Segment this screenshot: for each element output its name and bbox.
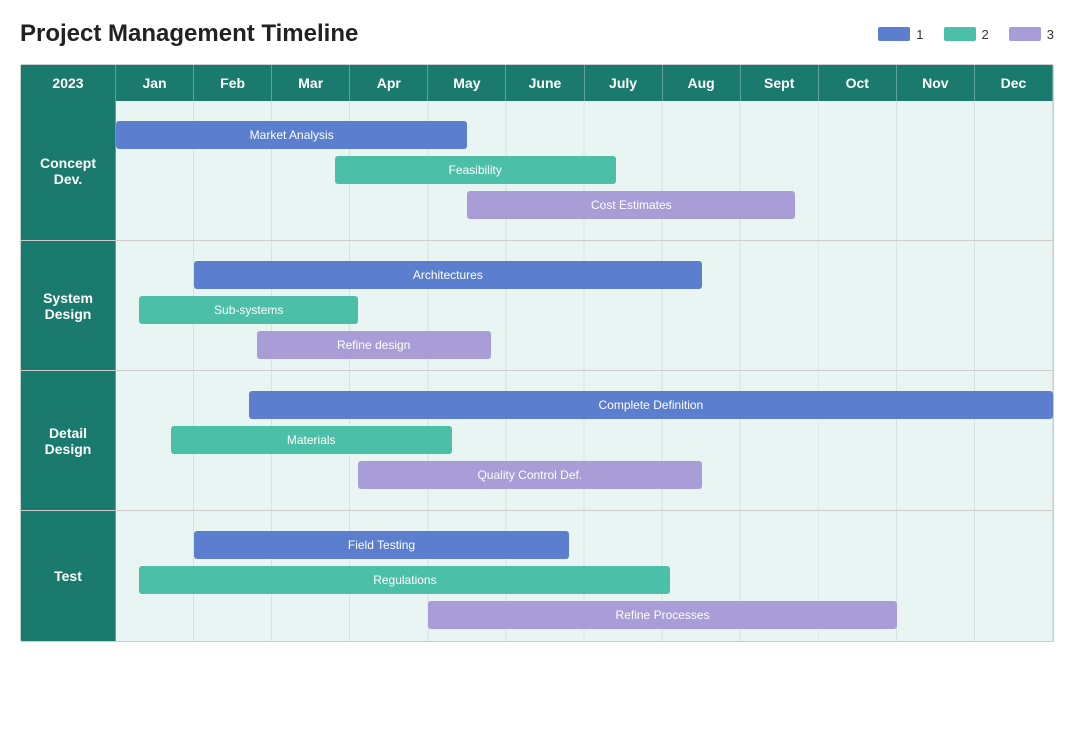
bar-quality-control: Quality Control Def. [358, 461, 702, 489]
row-content-test: Field Testing Regulations Refine Processes [116, 511, 1053, 641]
month-header-oct: Oct [819, 65, 897, 101]
month-header-jan: Jan [116, 65, 194, 101]
legend-color-3 [1009, 27, 1041, 41]
bar-sub-systems: Sub-systems [139, 296, 358, 324]
gantt-header: 2023 JanFebMarAprMayJuneJulyAugSeptOctNo… [21, 65, 1053, 101]
row-content-concept-dev: Market Analysis Feasibility Cost Estimates [116, 101, 1053, 240]
row-test: Test Field Testing Regulations Refine Proce… [21, 511, 1053, 641]
bar-feasibility: Feasibility [335, 156, 616, 184]
legend-label-1: 1 [916, 27, 923, 42]
month-header-apr: Apr [350, 65, 428, 101]
row-detail-design: Detail Design Complete Definition Material… [21, 371, 1053, 511]
row-content-system-design: Architectures Sub-systems Refine design [116, 241, 1053, 370]
bar-materials: Materials [171, 426, 452, 454]
row-label-test: Test [21, 511, 116, 641]
legend-item-1: 1 [878, 27, 923, 42]
legend-item-3: 3 [1009, 27, 1054, 42]
page-title: Project Management Timeline [20, 20, 878, 48]
row-concept-dev: Concept Dev.Market Analysis Feasibility Co… [21, 101, 1053, 241]
month-header-nov: Nov [897, 65, 975, 101]
month-header-june: June [506, 65, 584, 101]
legend: 1 2 3 [878, 27, 1054, 42]
month-header-mar: Mar [272, 65, 350, 101]
bar-market-analysis: Market Analysis [116, 121, 467, 149]
month-header-july: July [585, 65, 663, 101]
legend-color-2 [944, 27, 976, 41]
month-header-aug: Aug [663, 65, 741, 101]
bar-refine-design: Refine design [257, 331, 491, 359]
month-header-feb: Feb [194, 65, 272, 101]
gantt-body: Concept Dev.Market Analysis Feasibility Co… [21, 101, 1053, 641]
bar-architectures: Architectures [194, 261, 702, 289]
month-header-dec: Dec [975, 65, 1053, 101]
row-system-design: System Design Architectures Sub-systems Ref… [21, 241, 1053, 371]
row-label-detail-design: Detail Design [21, 371, 116, 510]
legend-label-2: 2 [982, 27, 989, 42]
bar-cost-estimates: Cost Estimates [467, 191, 795, 219]
legend-color-1 [878, 27, 910, 41]
bar-field-testing: Field Testing [194, 531, 569, 559]
bar-regulations: Regulations [139, 566, 670, 594]
legend-label-3: 3 [1047, 27, 1054, 42]
gantt-chart: 2023 JanFebMarAprMayJuneJulyAugSeptOctNo… [20, 64, 1054, 642]
row-content-detail-design: Complete Definition Materials Quality Cont… [116, 371, 1053, 510]
month-header-may: May [428, 65, 506, 101]
row-label-system-design: System Design [21, 241, 116, 370]
legend-item-2: 2 [944, 27, 989, 42]
row-label-concept-dev: Concept Dev. [21, 101, 116, 240]
bar-complete-definition: Complete Definition [249, 391, 1053, 419]
year-header: 2023 [21, 65, 116, 101]
bar-refine-processes: Refine Processes [428, 601, 897, 629]
month-header-sept: Sept [741, 65, 819, 101]
